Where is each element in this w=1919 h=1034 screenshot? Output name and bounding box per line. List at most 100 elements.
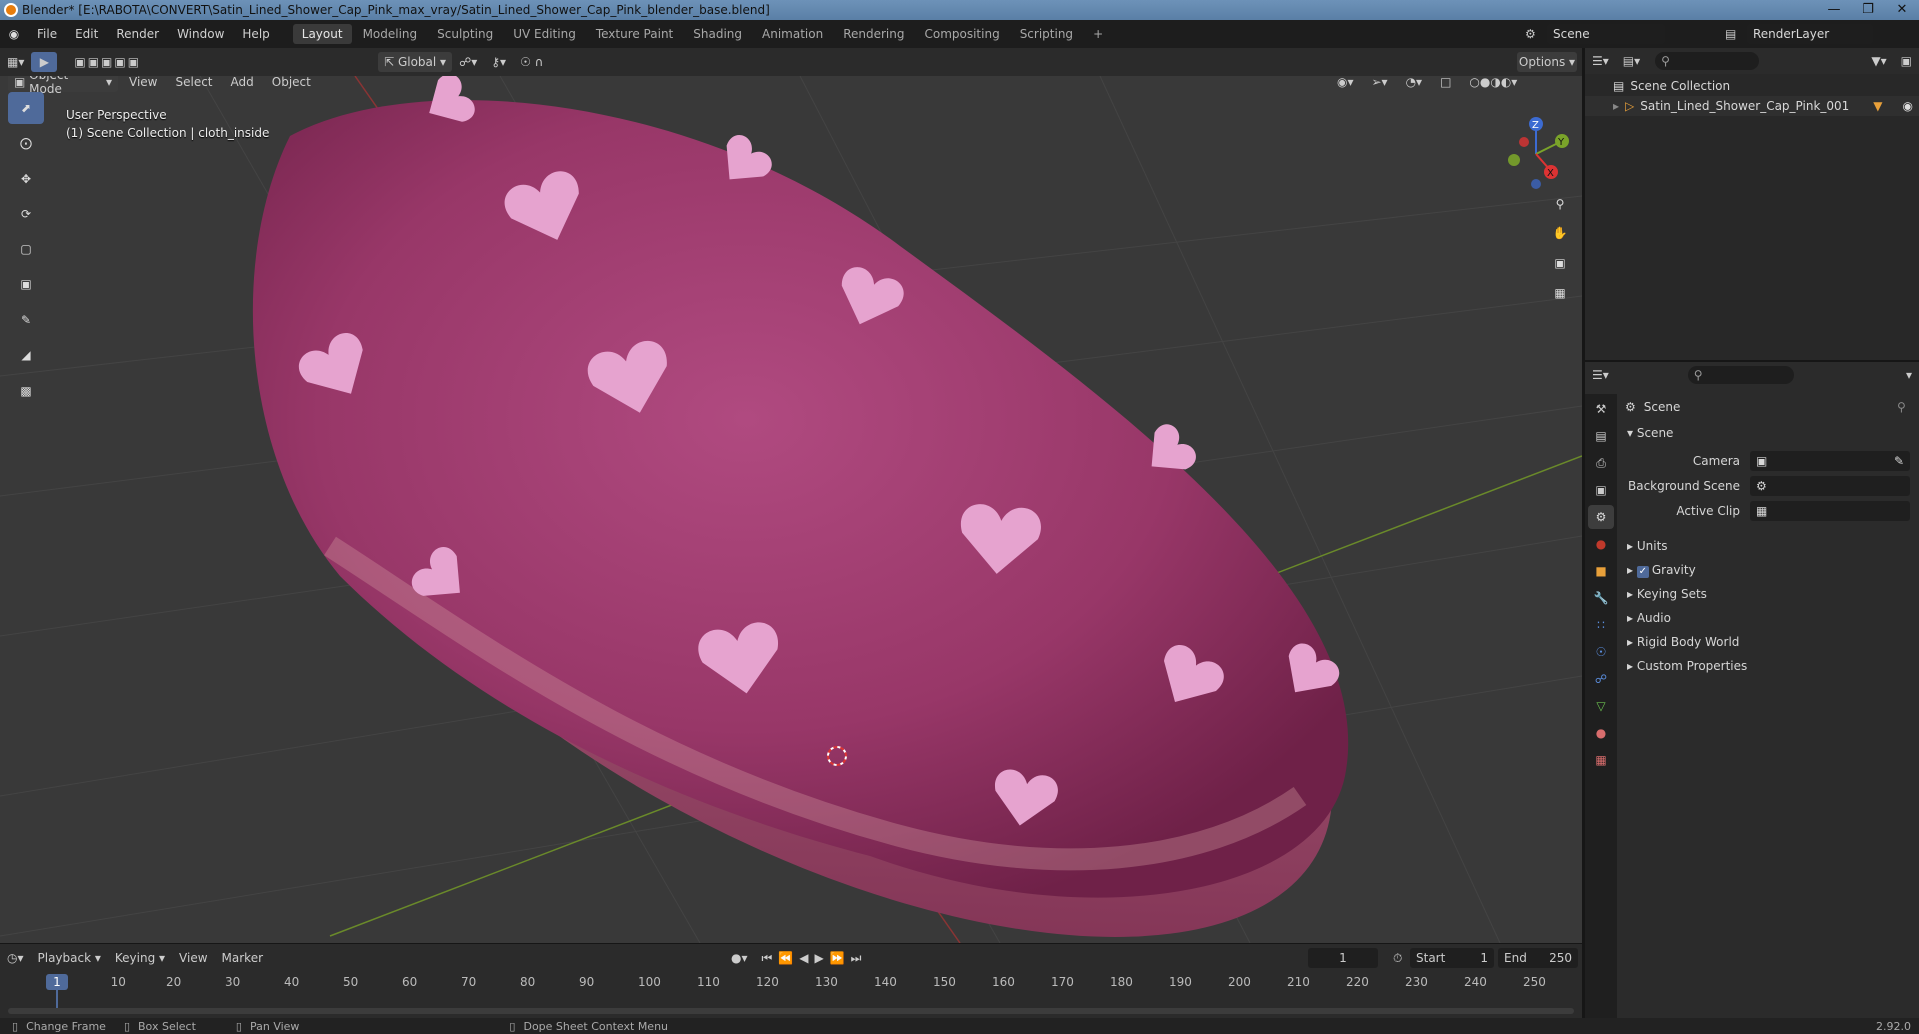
pin-icon[interactable]: ⚲	[1897, 400, 1906, 414]
filter-icon[interactable]: ▼▾	[1864, 51, 1893, 71]
properties-search-input[interactable]: ⚲	[1687, 366, 1794, 384]
outliner-editor-type-icon[interactable]: ☰▾	[1585, 51, 1616, 71]
select-tool-icon[interactable]: ▶	[31, 52, 58, 72]
timeline-scrollbar[interactable]	[8, 1008, 1574, 1014]
minimize-button[interactable]: —	[1817, 0, 1851, 20]
move-tool-icon[interactable]: ✥	[8, 163, 44, 195]
tab-compositing[interactable]: Compositing	[915, 24, 1008, 44]
section-keying-sets[interactable]: ▸ Keying Sets	[1627, 583, 1707, 605]
tool-tab-icon[interactable]: ⚒	[1588, 397, 1614, 421]
outliner-row-scene-collection[interactable]: ▤ Scene Collection	[1613, 76, 1730, 96]
add-workspace-icon[interactable]: +	[1084, 24, 1112, 44]
object-mode-dropdown[interactable]: ▣ Object Mode ▾	[8, 76, 118, 96]
outliner-search-input[interactable]: ⚲	[1655, 52, 1760, 70]
rotate-tool-icon[interactable]: ⟳	[8, 198, 44, 230]
transform-tool-icon[interactable]: ▣	[8, 268, 44, 300]
pivot-icon[interactable]: ☍▾	[452, 52, 484, 72]
timeline-view-menu[interactable]: View	[172, 948, 214, 968]
view-layer-selector[interactable]: ▤ RenderLayer	[1725, 24, 1873, 44]
playback-menu[interactable]: Playback ▾	[31, 948, 108, 968]
view-layer-field[interactable]: RenderLayer	[1747, 24, 1873, 44]
tab-texture-paint[interactable]: Texture Paint	[587, 24, 682, 44]
xray-icon[interactable]: □	[1433, 76, 1458, 92]
select-box-tool-icon[interactable]: ⬈	[8, 92, 44, 124]
editor-type-icon[interactable]: ▦▾	[0, 52, 31, 72]
physics-tab-icon[interactable]: ☉	[1588, 640, 1614, 664]
close-button[interactable]: ✕	[1885, 0, 1919, 20]
timeline-editor-type-icon[interactable]: ◷▾	[0, 948, 31, 968]
3d-viewport[interactable]: ▣ Object Mode ▾ View Select Add Object ◉…	[0, 76, 1582, 943]
shading-mode-icons[interactable]: ○●◑◐▾	[1462, 76, 1524, 92]
proportional-edit-icon[interactable]: ☉ ∩	[513, 52, 550, 72]
menu-help[interactable]: Help	[233, 20, 278, 48]
menu-window[interactable]: Window	[168, 20, 233, 48]
restore-button[interactable]: ❐	[1851, 0, 1885, 20]
menu-object[interactable]: Object	[265, 76, 318, 92]
measure-tool-icon[interactable]: ◢	[8, 339, 44, 371]
tab-rendering[interactable]: Rendering	[834, 24, 913, 44]
world-tab-icon[interactable]: ●	[1588, 532, 1614, 556]
end-frame-field[interactable]: End 250	[1498, 948, 1578, 968]
particles-tab-icon[interactable]: ∷	[1588, 613, 1614, 637]
zoom-icon[interactable]: ⚲	[1547, 191, 1573, 217]
active-clip-field[interactable]: ▦	[1750, 501, 1910, 521]
properties-options-icon[interactable]: ▾	[1899, 365, 1919, 385]
snap-icon[interactable]: ⚷▾	[484, 52, 513, 72]
render-tab-icon[interactable]: ▤	[1588, 424, 1614, 448]
current-frame-field[interactable]: 1	[1308, 948, 1378, 968]
tab-modeling[interactable]: Modeling	[354, 24, 427, 44]
camera-field[interactable]: ▣ ✎	[1750, 451, 1910, 471]
tab-layout[interactable]: Layout	[292, 24, 352, 44]
menu-select[interactable]: Select	[168, 76, 219, 92]
modifiers-tab-icon[interactable]: 🔧	[1588, 586, 1614, 610]
display-mode-icon[interactable]: ▤▾	[1616, 51, 1647, 71]
material-tab-icon[interactable]: ●	[1588, 721, 1614, 745]
tab-sculpting[interactable]: Sculpting	[428, 24, 502, 44]
add-cube-tool-icon[interactable]: ▩	[8, 375, 44, 407]
texture-tab-icon[interactable]: ▦	[1588, 748, 1614, 772]
menu-file[interactable]: File	[28, 20, 66, 48]
cursor-tool-icon[interactable]: ⨀	[8, 127, 44, 159]
tab-shading[interactable]: Shading	[684, 24, 751, 44]
options-dropdown[interactable]: Options ▾	[1517, 52, 1577, 72]
tab-uv-editing[interactable]: UV Editing	[504, 24, 585, 44]
tab-animation[interactable]: Animation	[753, 24, 832, 44]
marker-menu[interactable]: Marker	[215, 948, 270, 968]
scene-panel-header[interactable]: ▾ Scene	[1627, 422, 1673, 444]
menu-edit[interactable]: Edit	[66, 20, 107, 48]
expand-arrow-icon[interactable]: ▸	[1613, 99, 1619, 113]
gizmo-toggle-icon[interactable]: ➢▾	[1365, 76, 1395, 92]
keying-menu[interactable]: Keying ▾	[108, 948, 172, 968]
scene-tab-icon[interactable]: ⚙	[1588, 505, 1614, 529]
output-tab-icon[interactable]: ⎙	[1588, 451, 1614, 475]
data-tab-icon[interactable]: ▽	[1588, 694, 1614, 718]
start-frame-field[interactable]: Start 1	[1410, 948, 1494, 968]
camera-view-icon[interactable]: ▣	[1547, 250, 1573, 276]
menu-view[interactable]: View	[122, 76, 164, 92]
section-units[interactable]: ▸ Units	[1627, 535, 1668, 557]
playback-controls[interactable]: ⏮⏪◀▶⏩⏭	[755, 948, 875, 968]
visibility-icon[interactable]: ◉▾	[1330, 76, 1361, 92]
section-rigid-body-world[interactable]: ▸ Rigid Body World	[1627, 631, 1739, 653]
object-tab-icon[interactable]: ■	[1588, 559, 1614, 583]
pan-hand-icon[interactable]: ✋	[1547, 220, 1573, 246]
visibility-eye-icon[interactable]: ◉	[1903, 99, 1913, 113]
playhead-frame-badge[interactable]: 1	[46, 974, 68, 990]
stopwatch-icon[interactable]: ⏱	[1386, 948, 1409, 968]
outliner-row-object[interactable]: ▸ ▷ Satin_Lined_Shower_Cap_Pink_001 ▼ ◉	[1585, 96, 1919, 116]
section-custom-properties[interactable]: ▸ Custom Properties	[1627, 655, 1747, 677]
orientation-dropdown[interactable]: ⇱ Global ▾	[378, 52, 453, 72]
frame-ruler[interactable]: 1 10 20 30 40 50 60 70 80 90 100 110 120 130 140 150 16…	[0, 972, 1582, 992]
gravity-checkbox[interactable]: ✓	[1636, 566, 1649, 578]
overlay-toggle-icon[interactable]: ◔▾	[1399, 76, 1430, 92]
annotate-tool-icon[interactable]: ✎	[8, 304, 44, 336]
scene-selector[interactable]: ⚙ Scene	[1525, 24, 1665, 44]
properties-editor-type-icon[interactable]: ☰▾	[1585, 365, 1616, 385]
section-gravity[interactable]: ▸ ✓ Gravity	[1627, 559, 1696, 581]
menu-render[interactable]: Render	[107, 20, 168, 48]
background-scene-field[interactable]: ⚙	[1750, 476, 1910, 496]
constraints-tab-icon[interactable]: ☍	[1588, 667, 1614, 691]
blender-menu-icon[interactable]: ◉	[0, 27, 28, 41]
section-audio[interactable]: ▸ Audio	[1627, 607, 1671, 629]
eyedropper-icon[interactable]: ✎	[1894, 451, 1910, 471]
